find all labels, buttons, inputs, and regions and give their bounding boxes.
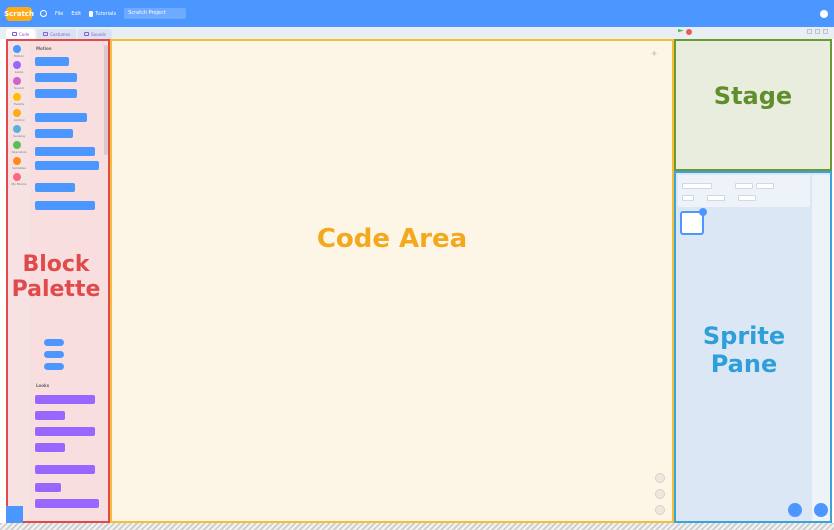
category-sound-label: Sound xyxy=(14,86,24,90)
sprite-info-row xyxy=(682,195,756,201)
category-myblocks-icon[interactable] xyxy=(13,173,21,181)
category-myblocks-label: My Blocks xyxy=(11,182,27,186)
editor-tabs: Code Costumes Sounds xyxy=(0,27,834,39)
category-motion-label: Motion xyxy=(13,54,25,58)
stage-selector[interactable] xyxy=(812,175,830,521)
delete-sprite-icon[interactable] xyxy=(699,208,707,216)
looks-block[interactable] xyxy=(35,427,95,436)
scratch-logo[interactable]: Scratch xyxy=(4,6,34,21)
category-sensing-icon[interactable] xyxy=(13,125,21,133)
fullscreen-icon[interactable] xyxy=(823,29,828,34)
looks-block[interactable] xyxy=(35,395,95,404)
scratch-editor: Scratch File Edit Tutorials Scratch Proj… xyxy=(0,0,834,530)
y-field[interactable] xyxy=(756,183,774,189)
choose-backdrop-button[interactable] xyxy=(814,503,828,517)
large-stage-icon[interactable] xyxy=(815,29,820,34)
tab-sounds[interactable]: Sounds xyxy=(78,29,112,39)
block-palette-label-text: Block Palette xyxy=(11,252,101,303)
add-extension-button[interactable] xyxy=(6,506,23,523)
motion-block[interactable] xyxy=(35,201,95,210)
motion-block[interactable] xyxy=(35,89,77,98)
project-title-input[interactable]: Scratch Project xyxy=(124,8,187,19)
sprite-thumbnail[interactable] xyxy=(680,208,707,235)
account-icon[interactable] xyxy=(820,9,828,18)
category-sound-icon[interactable] xyxy=(13,77,21,85)
category-variables-label: Variables xyxy=(12,166,26,170)
category-events-label: Events xyxy=(13,102,25,106)
category-operators-label: Operators xyxy=(11,150,27,154)
looks-block[interactable] xyxy=(35,465,95,474)
stage-label: Stage xyxy=(713,82,793,110)
motion-block[interactable] xyxy=(35,161,99,170)
motion-block[interactable] xyxy=(35,57,69,66)
looks-heading: Looks xyxy=(36,383,50,388)
sprite-name-field[interactable] xyxy=(682,183,712,189)
motion-block[interactable] xyxy=(35,129,73,138)
tutorials-menu[interactable]: Tutorials xyxy=(89,10,117,17)
menu-bar: Scratch File Edit Tutorials Scratch Proj… xyxy=(0,0,834,27)
category-sensing-label: Sensing xyxy=(13,134,25,138)
direction-field[interactable] xyxy=(738,195,756,201)
bottom-edge xyxy=(0,523,834,530)
category-variables-icon[interactable] xyxy=(13,157,21,165)
category-events-icon[interactable] xyxy=(13,93,21,101)
brush-icon xyxy=(43,32,49,36)
zoom-in-icon[interactable] xyxy=(655,473,665,483)
code-area-label: Code Area xyxy=(316,224,468,254)
file-menu[interactable]: File xyxy=(55,11,63,17)
sprite-info-row xyxy=(682,183,774,189)
language-menu[interactable] xyxy=(40,10,47,17)
sprite-pane-label: Sprite Pane xyxy=(702,322,786,378)
code-area[interactable]: ✦ Code Area xyxy=(110,39,674,523)
stage[interactable]: Stage xyxy=(674,39,832,171)
size-field[interactable] xyxy=(707,195,725,201)
globe-icon xyxy=(40,10,47,17)
x-field[interactable] xyxy=(735,183,753,189)
small-stage-icon[interactable] xyxy=(807,29,812,34)
palette-scrollbar[interactable] xyxy=(104,45,108,155)
stop-icon[interactable] xyxy=(686,29,692,35)
tab-code[interactable]: Code xyxy=(6,29,36,39)
tutorials-label: Tutorials xyxy=(95,10,117,17)
edit-menu[interactable]: Edit xyxy=(71,11,81,17)
category-operators-icon[interactable] xyxy=(13,141,21,149)
looks-block[interactable] xyxy=(35,483,61,492)
zoom-out-icon[interactable] xyxy=(655,489,665,499)
stage-size-controls xyxy=(807,29,828,34)
sprite-pane: Sprite Pane xyxy=(674,171,832,523)
reporter-block[interactable] xyxy=(44,351,64,358)
tab-costumes[interactable]: Costumes xyxy=(37,29,77,39)
looks-block[interactable] xyxy=(35,499,99,508)
motion-heading: Motion xyxy=(36,46,52,51)
category-control-label: Control xyxy=(13,118,25,122)
category-looks-icon[interactable] xyxy=(13,61,21,69)
motion-block[interactable] xyxy=(35,113,87,122)
motion-block[interactable] xyxy=(35,147,95,156)
tab-code-label: Code xyxy=(19,31,30,37)
choose-sprite-button[interactable] xyxy=(788,503,802,517)
green-flag-icon[interactable] xyxy=(678,29,684,33)
looks-block[interactable] xyxy=(35,411,65,420)
sprite-info-panel xyxy=(678,175,810,207)
tab-costumes-label: Costumes xyxy=(50,31,71,37)
code-icon xyxy=(12,32,17,36)
reporter-block[interactable] xyxy=(44,339,64,346)
tab-sounds-label: Sounds xyxy=(91,31,106,37)
run-controls xyxy=(678,29,692,35)
tutorials-icon xyxy=(89,10,94,17)
reporter-block[interactable] xyxy=(44,363,64,370)
category-looks-label: Looks xyxy=(14,70,24,74)
sprite-ghost-icon: ✦ xyxy=(650,49,659,60)
category-motion-icon[interactable] xyxy=(13,45,21,53)
looks-block[interactable] xyxy=(35,443,65,452)
category-control-icon[interactable] xyxy=(13,109,21,117)
show-toggle[interactable] xyxy=(682,195,694,201)
speaker-icon xyxy=(84,32,90,36)
block-palette-label: Block Palette xyxy=(8,252,104,303)
zoom-reset-icon[interactable] xyxy=(655,505,665,515)
motion-block[interactable] xyxy=(35,183,75,192)
motion-block[interactable] xyxy=(35,73,77,82)
